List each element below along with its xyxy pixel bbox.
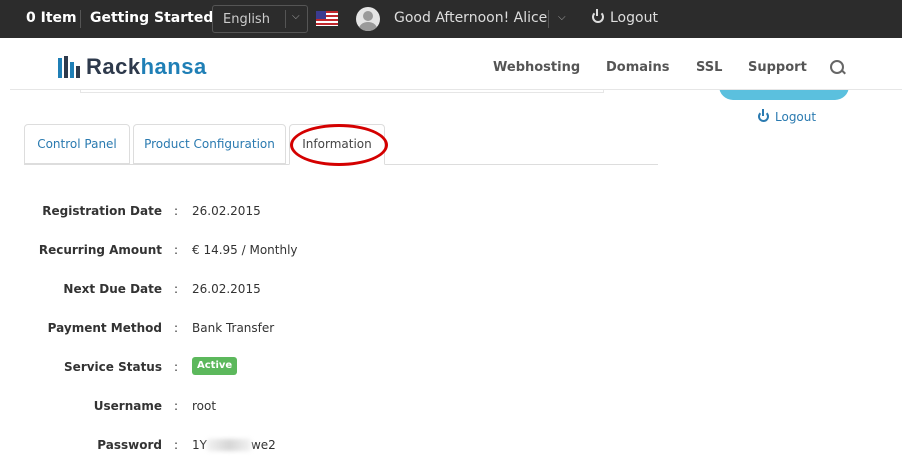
greeting-divider bbox=[548, 10, 549, 28]
logo-text: Rackhansa bbox=[86, 54, 207, 79]
info-colon: : bbox=[174, 399, 179, 413]
info-row-next-due-date: Next Due Date : 26.02.2015 bbox=[0, 282, 620, 302]
logo-icon bbox=[58, 56, 80, 78]
info-row-username: Username : root bbox=[0, 399, 620, 419]
tab-product-configuration[interactable]: Product Configuration bbox=[133, 124, 286, 164]
power-icon bbox=[592, 9, 604, 23]
highlight-ellipse bbox=[290, 124, 388, 166]
info-label: Registration Date bbox=[42, 204, 162, 218]
info-value: 26.02.2015 bbox=[192, 282, 261, 296]
us-flag-icon[interactable] bbox=[316, 11, 338, 26]
info-value: root bbox=[192, 399, 217, 413]
site-logo[interactable]: Rackhansa bbox=[58, 54, 207, 80]
info-value: € 14.95 / Monthly bbox=[192, 243, 298, 257]
info-label: Next Due Date bbox=[63, 282, 162, 296]
info-colon: : bbox=[174, 321, 179, 335]
nav-ssl[interactable]: SSL bbox=[696, 60, 722, 75]
info-label: Password bbox=[97, 438, 162, 452]
search-icon[interactable] bbox=[830, 60, 844, 74]
tab-control-panel[interactable]: Control Panel bbox=[24, 124, 130, 164]
avatar[interactable] bbox=[356, 7, 380, 31]
main-header: Rackhansa Webhosting Domains SSL Support bbox=[10, 44, 902, 90]
language-divider bbox=[285, 10, 286, 28]
language-select[interactable]: English ⌵ bbox=[212, 5, 308, 33]
password-end: we2 bbox=[250, 438, 276, 452]
nav-domains[interactable]: Domains bbox=[606, 60, 670, 75]
info-colon: : bbox=[174, 438, 179, 452]
nav-support[interactable]: Support bbox=[748, 60, 807, 75]
logout-label: Logout bbox=[610, 10, 658, 26]
language-value: English bbox=[223, 12, 270, 27]
power-icon bbox=[758, 109, 769, 122]
chevron-down-icon[interactable]: ⌵ bbox=[558, 12, 566, 23]
sidebar-logout-link[interactable]: Logout bbox=[758, 109, 817, 124]
cart-link[interactable]: 0 Item bbox=[26, 10, 77, 26]
info-value: Bank Transfer bbox=[192, 321, 275, 335]
info-row-password: Password : 1Y we2 bbox=[0, 438, 620, 458]
info-row-recurring-amount: Recurring Amount : € 14.95 / Monthly bbox=[0, 243, 620, 263]
topbar-divider bbox=[80, 10, 81, 28]
info-label: Username bbox=[93, 399, 162, 413]
info-label: Service Status bbox=[64, 360, 162, 374]
nav-webhosting[interactable]: Webhosting bbox=[493, 60, 580, 75]
info-row-service-status: Service Status : Active bbox=[0, 357, 620, 380]
info-label: Payment Method bbox=[47, 321, 162, 335]
user-greeting[interactable]: Good Afternoon! Alice bbox=[394, 10, 547, 26]
info-colon: : bbox=[174, 204, 179, 218]
status-badge: Active bbox=[192, 357, 238, 375]
sidebar-logout-label: Logout bbox=[775, 110, 817, 124]
logout-link[interactable]: Logout bbox=[592, 9, 658, 26]
top-bar: 0 Item Getting Started English ⌵ Good Af… bbox=[0, 0, 902, 38]
info-row-payment-method: Payment Method : Bank Transfer bbox=[0, 321, 620, 341]
chevron-down-icon: ⌵ bbox=[292, 11, 300, 22]
info-colon: : bbox=[174, 282, 179, 296]
info-value: Active bbox=[192, 357, 238, 375]
password-redaction bbox=[206, 439, 251, 451]
password-start: 1Y bbox=[192, 438, 207, 452]
info-value: 26.02.2015 bbox=[192, 204, 261, 218]
info-row-registration-date: Registration Date : 26.02.2015 bbox=[0, 204, 620, 224]
info-colon: : bbox=[174, 243, 179, 257]
password-value: 1Y we2 bbox=[192, 438, 276, 452]
info-colon: : bbox=[174, 360, 179, 374]
info-label: Recurring Amount bbox=[38, 243, 162, 257]
getting-started-link[interactable]: Getting Started bbox=[90, 10, 213, 26]
